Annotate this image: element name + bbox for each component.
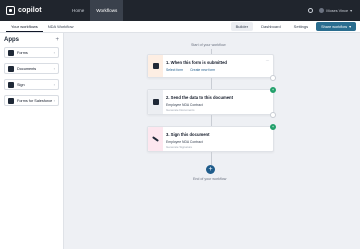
- add-step-badge[interactable]: +: [270, 124, 276, 130]
- top-navigation-bar: copilot Home Workflows Moses Vince ▾: [0, 0, 360, 21]
- create-new-form-link[interactable]: Create new form: [190, 68, 215, 72]
- connector-line: [211, 115, 212, 126]
- workflow-subbar: Your workflows NDA Workflow Builder Dash…: [0, 21, 360, 33]
- app-forms[interactable]: Forms ›: [4, 47, 59, 58]
- step-subtitle-secondary: Generate Documents: [166, 108, 195, 112]
- chevron-right-icon: ›: [53, 98, 55, 103]
- step-card-document[interactable]: 2. Send the data to this document Employ…: [147, 87, 276, 118]
- app-label: Forms: [17, 50, 28, 55]
- tab-your-workflows[interactable]: Your workflows: [6, 21, 43, 32]
- nav-home[interactable]: Home: [66, 0, 90, 21]
- view-switcher: Builder Dashboard Settings Share workflo…: [230, 21, 356, 32]
- app-sign[interactable]: Sign ›: [4, 79, 59, 90]
- user-menu[interactable]: Moses Vince ▾: [319, 8, 352, 13]
- step-actions: Select form Create new form: [166, 68, 221, 72]
- select-form-link[interactable]: Select form: [166, 68, 183, 72]
- step-title: 2. Send the data to this document: [166, 95, 234, 100]
- copilot-logo-icon: [6, 6, 15, 15]
- dashboard-button[interactable]: Dashboard: [256, 22, 286, 31]
- connector-line: [211, 152, 212, 165]
- main-nav: Home Workflows: [66, 0, 124, 21]
- chevron-down-icon: ▾: [349, 25, 351, 29]
- sign-icon: [8, 81, 14, 88]
- step-title: 3. Sign this document: [166, 132, 210, 137]
- step-subtitle: Employee NDA Contract: [166, 140, 203, 144]
- apps-sidebar: Apps + Forms › Documents › Sign › Forms …: [0, 33, 64, 249]
- form-step-icon: [148, 55, 163, 77]
- chevron-right-icon: ›: [53, 82, 55, 87]
- step-title: 1. When this form is submitted: [166, 60, 227, 65]
- sign-step-icon: [148, 127, 163, 151]
- step-subtitle: Employee NDA Contract: [166, 103, 203, 107]
- chevron-right-icon: ›: [53, 66, 55, 71]
- more-options-icon[interactable]: ⋯: [266, 58, 271, 63]
- add-step-button[interactable]: +: [206, 165, 215, 174]
- gear-icon[interactable]: [308, 8, 314, 13]
- forms-icon: [8, 49, 14, 56]
- documents-icon: [8, 65, 14, 72]
- app-label: Sign: [17, 82, 25, 87]
- share-workflow-button[interactable]: Share workflow ▾: [316, 22, 356, 31]
- app-forms-for-salesforce[interactable]: Forms for Salesforce ›: [4, 95, 59, 106]
- builder-button[interactable]: Builder: [230, 22, 254, 31]
- connector-handle[interactable]: [270, 112, 276, 118]
- top-right-controls: Moses Vince ▾: [308, 8, 352, 13]
- step-subtitle-secondary: Generate Signature: [166, 145, 193, 149]
- tab-nda-workflow[interactable]: NDA Workflow: [43, 21, 79, 32]
- chevron-right-icon: ›: [53, 50, 55, 55]
- copilot-logo[interactable]: copilot: [6, 6, 50, 15]
- logo-text: copilot: [18, 7, 42, 14]
- share-label: Share workflow: [321, 24, 348, 29]
- settings-button[interactable]: Settings: [289, 22, 313, 31]
- app-label: Forms for Salesforce: [17, 98, 53, 103]
- salesforce-forms-icon: [8, 97, 14, 104]
- connector-line: [211, 78, 212, 89]
- app-label: Documents: [17, 66, 37, 71]
- avatar: [319, 8, 325, 13]
- step-card-form[interactable]: 1. When this form is submitted Select fo…: [147, 54, 276, 81]
- nav-workflows[interactable]: Workflows: [90, 0, 124, 21]
- user-name: Moses Vince: [326, 8, 349, 13]
- end-caption: End of your workflow: [193, 177, 227, 181]
- breadcrumb-tabs: Your workflows NDA Workflow: [6, 21, 78, 32]
- app-documents[interactable]: Documents ›: [4, 63, 59, 74]
- add-app-icon[interactable]: +: [55, 37, 59, 43]
- chevron-down-icon: ▾: [350, 9, 352, 13]
- document-step-icon: [148, 90, 163, 114]
- start-caption: Start of your workflow: [191, 43, 226, 47]
- apps-title: Apps: [4, 37, 19, 43]
- apps-header: Apps +: [4, 37, 59, 43]
- connector-handle[interactable]: [270, 75, 276, 81]
- add-step-badge[interactable]: +: [270, 87, 276, 93]
- step-card-sign[interactable]: 3. Sign this document Employee NDA Contr…: [147, 124, 276, 152]
